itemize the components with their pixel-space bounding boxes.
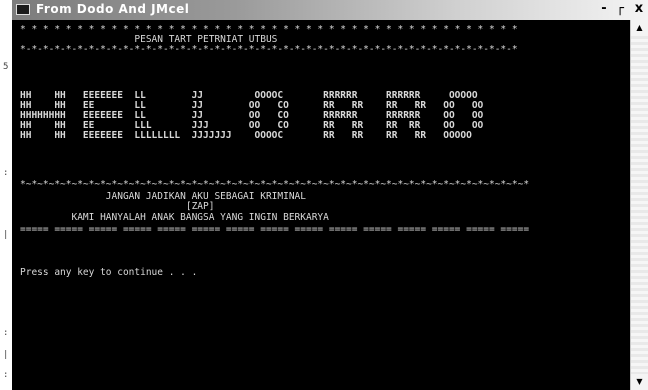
console-window: From Dodo And JMcel - ┌ x * * * * * * * …: [12, 0, 648, 390]
console-line: KAMI HANYALAH ANAK BANGSA YANG INGIN BER…: [20, 212, 329, 223]
console-line: *~*~*~*~*~*~*~*~*~*~*~*~*~*~*~*~*~*~*~*~…: [20, 179, 530, 190]
gutter-mark: |: [3, 350, 9, 360]
close-button[interactable]: x: [632, 1, 646, 17]
console-output[interactable]: * * * * * * * * * * * * * * * * * * * * …: [12, 20, 630, 390]
minimize-button[interactable]: -: [597, 1, 611, 17]
console-line: *-*-*-*-*-*-*-*-*-*-*-*-*-*-*-*-*-*-*-*-…: [20, 44, 518, 55]
gutter-mark: :: [3, 168, 9, 178]
vertical-scrollbar[interactable]: ▲ ▼: [630, 20, 648, 390]
console-line: HH HH EEEEEEE LLLLLLLL JJJJJJJ OOOOC RR …: [20, 130, 472, 141]
scroll-down-arrow-icon[interactable]: ▼: [631, 374, 648, 390]
left-gutter: 5 : | : | :: [0, 0, 12, 390]
gutter-mark: :: [3, 370, 9, 380]
console-window-icon[interactable]: [16, 4, 30, 15]
gutter-mark: :: [3, 328, 9, 338]
console-line: Press any key to continue . . .: [20, 267, 198, 278]
scroll-up-arrow-icon[interactable]: ▲: [631, 20, 648, 36]
scrollbar-track[interactable]: [631, 36, 648, 374]
gutter-mark: |: [3, 230, 9, 240]
gutter-mark: 5: [3, 62, 9, 72]
maximize-button[interactable]: ┌: [613, 1, 627, 17]
console-line: [ZAP]: [20, 201, 215, 212]
title-bar[interactable]: From Dodo And JMcel - ┌ x: [12, 0, 648, 20]
console-line: ===== ===== ===== ===== ===== ===== ====…: [20, 224, 530, 235]
window-title: From Dodo And JMcel: [36, 2, 190, 16]
